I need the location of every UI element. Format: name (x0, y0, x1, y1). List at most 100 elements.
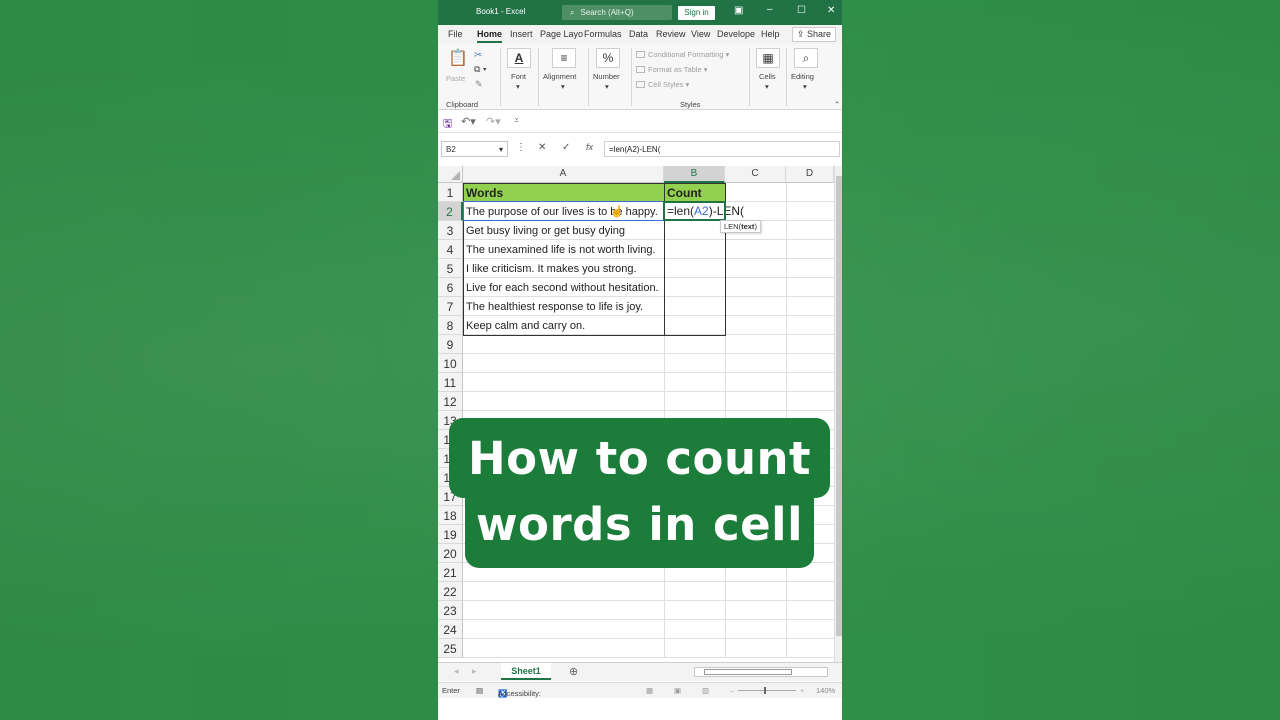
cell-styles-button[interactable]: Cell Styles ▾ (636, 80, 689, 89)
customize-qat-icon[interactable]: ⩡ (514, 115, 519, 126)
redo-icon[interactable]: ↷▾ (486, 115, 501, 128)
cells-label: Cells (759, 72, 776, 81)
ribbon-tabs: File Home Insert Page Layo Formulas Data… (438, 25, 842, 44)
page-layout-icon[interactable]: ▣ (674, 686, 681, 695)
tab-review[interactable]: Review (656, 29, 686, 39)
alignment-icon[interactable]: ≡ (552, 48, 576, 68)
share-button[interactable]: ⇪ Share (791, 27, 836, 42)
row-header[interactable]: 19 (438, 525, 463, 544)
row-header[interactable]: 6 (438, 278, 463, 297)
scrollbar-thumb[interactable] (704, 669, 792, 675)
cancel-icon[interactable]: ✕ (538, 142, 546, 153)
row-header[interactable]: 2 (438, 202, 463, 221)
chevron-down-icon[interactable]: ▾ (561, 82, 565, 91)
tab-developer[interactable]: Develope (717, 29, 755, 39)
editing-label: Editing (791, 72, 814, 81)
row-header[interactable]: 18 (438, 506, 463, 525)
add-sheet-icon[interactable]: ⊕ (569, 665, 578, 678)
row-header[interactable]: 4 (438, 240, 463, 259)
alignment-label: Alignment (543, 72, 577, 81)
row-header[interactable]: 22 (438, 582, 463, 601)
save-icon[interactable]: 🖫 (443, 115, 452, 134)
row-header[interactable]: 25 (438, 639, 463, 658)
insert-function-icon[interactable]: fx (586, 142, 593, 152)
search-icon[interactable]: ⌕ (794, 48, 818, 68)
zoom-slider[interactable] (738, 690, 796, 691)
row-header[interactable]: 21 (438, 563, 463, 582)
macro-icon[interactable]: ▤ (476, 686, 483, 695)
format-as-table-label: Format as Table (648, 65, 702, 74)
page-break-icon[interactable]: ▥ (702, 686, 709, 695)
cells-icon[interactable]: ▦ (756, 48, 780, 68)
name-box[interactable]: B2 ▾ (441, 141, 508, 157)
enter-icon[interactable]: ✓ (562, 142, 570, 153)
row-header[interactable]: 20 (438, 544, 463, 563)
sign-in-button[interactable]: Sign in (678, 6, 715, 20)
chevron-down-icon[interactable]: ▾ (765, 82, 769, 91)
styles-label: Styles (680, 100, 701, 109)
cut-icon[interactable]: ✂ (474, 50, 482, 61)
percent-icon[interactable]: % (596, 48, 620, 68)
row-header[interactable]: 12 (438, 392, 463, 411)
gridline (463, 581, 834, 582)
tab-home[interactable]: Home (477, 29, 503, 43)
column-header-b[interactable]: B (664, 166, 725, 183)
tab-help[interactable]: Help (761, 29, 780, 39)
column-header-d[interactable]: D (786, 166, 834, 183)
minimize-icon[interactable]: – (767, 4, 773, 15)
tab-insert[interactable]: Insert (510, 29, 533, 39)
column-header-c[interactable]: C (725, 166, 786, 183)
undo-icon[interactable]: ↶▾ (461, 115, 476, 128)
select-all-button[interactable] (438, 166, 463, 183)
chevron-down-icon[interactable]: ▾ (516, 82, 520, 91)
tab-formulas[interactable]: Formulas (584, 29, 622, 39)
row-header[interactable]: 7 (438, 297, 463, 316)
font-group: A Font ▾ (502, 44, 536, 110)
collapse-ribbon-icon[interactable]: ⌃ (834, 100, 840, 109)
tab-file[interactable]: File (448, 29, 463, 39)
zoom-slider-handle[interactable] (764, 687, 766, 694)
row-header[interactable]: 11 (438, 373, 463, 392)
share-label: Share (806, 29, 831, 39)
bottom-padding (438, 698, 842, 720)
row-header[interactable]: 1 (438, 183, 463, 202)
ribbon: 📋 Paste ✂ ⧉ ▾ ✎ Clipboard A Font ▾ ≡ Ali… (438, 44, 842, 110)
tab-data[interactable]: Data (629, 29, 648, 39)
copy-icon[interactable]: ⧉ ▾ (474, 64, 487, 75)
maximize-icon[interactable]: ☐ (797, 5, 806, 16)
paste-icon[interactable]: 📋 (446, 50, 470, 70)
row-header[interactable]: 10 (438, 354, 463, 373)
format-as-table-button[interactable]: Format as Table ▾ (636, 65, 708, 74)
sheet-tab[interactable]: Sheet1 (501, 663, 551, 680)
zoom-out-icon[interactable]: – (730, 686, 734, 695)
format-painter-icon[interactable]: ✎ (475, 79, 483, 90)
zoom-in-icon[interactable]: + (800, 686, 804, 695)
ribbon-display-icon[interactable]: ▣ (734, 5, 743, 16)
conditional-formatting-label: Conditional Formatting (648, 50, 724, 59)
chevron-down-icon[interactable]: ▾ (803, 82, 807, 91)
gridline (463, 353, 834, 354)
horizontal-scrollbar[interactable] (694, 667, 828, 677)
name-box-value: B2 (446, 145, 456, 154)
font-color-icon[interactable]: A (507, 48, 531, 68)
conditional-formatting-button[interactable]: Conditional Formatting ▾ (636, 50, 729, 59)
row-header[interactable]: 8 (438, 316, 463, 335)
prev-sheet-icon[interactable]: ◂ (454, 666, 459, 677)
tab-page-layout[interactable]: Page Layo (540, 29, 583, 39)
zoom-level[interactable]: 140% (816, 686, 835, 695)
normal-view-icon[interactable]: ▦ (646, 686, 653, 695)
close-icon[interactable]: ✕ (827, 5, 835, 16)
row-header[interactable]: 23 (438, 601, 463, 620)
vertical-scrollbar[interactable] (834, 166, 842, 662)
next-sheet-icon[interactable]: ▸ (472, 666, 477, 677)
row-header[interactable]: 3 (438, 221, 463, 240)
row-header[interactable]: 9 (438, 335, 463, 354)
row-header[interactable]: 5 (438, 259, 463, 278)
formula-input[interactable]: =len(A2)-LEN( (604, 141, 840, 157)
tab-view[interactable]: View (691, 29, 710, 39)
chevron-down-icon[interactable]: ▾ (605, 82, 609, 91)
search-box[interactable]: ⌕ Search (Alt+Q) (562, 5, 672, 20)
row-header[interactable]: 24 (438, 620, 463, 639)
column-header-a[interactable]: A (463, 166, 664, 183)
scrollbar-thumb[interactable] (836, 176, 842, 636)
